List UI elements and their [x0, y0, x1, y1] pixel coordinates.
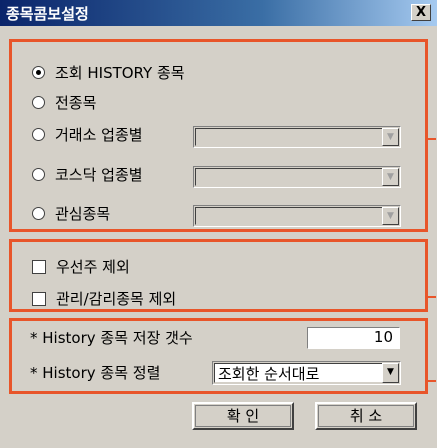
ok-button[interactable]: 확 인 [192, 402, 294, 430]
history-sort-row: * History 종목 정렬 [30, 362, 160, 383]
radio-button[interactable] [32, 168, 45, 181]
radio-history-label: 조회 HISTORY 종목 [55, 64, 185, 82]
radio-kosdaq-sector-label: 코스닥 업종별 [55, 166, 143, 184]
title-bar: 종목콤보설정 X [0, 0, 437, 26]
radio-button-checked[interactable] [32, 66, 45, 79]
close-button[interactable]: X [411, 4, 431, 21]
radio-exchange-sector[interactable]: 거래소 업종별 [32, 124, 143, 145]
radio-watchlist[interactable]: 관심종목 [32, 203, 110, 224]
radio-exchange-sector-label: 거래소 업종별 [55, 126, 143, 144]
chevron-down-icon[interactable]: ▼ [382, 128, 399, 146]
checkbox[interactable] [32, 291, 46, 306]
checkbox[interactable] [32, 259, 46, 274]
exclude-preferred-label: 우선주 제외 [56, 258, 130, 276]
history-sort-label: * History 종목 정렬 [30, 364, 161, 382]
history-sort-value: 조회한 순서대로 [218, 365, 320, 383]
cancel-button[interactable]: 취 소 [315, 402, 417, 430]
exclude-managed-label: 관리/감리종목 제외 [56, 290, 177, 308]
kosdaq-sector-combo[interactable]: ▼ [193, 166, 401, 188]
chevron-down-icon[interactable]: ▼ [382, 207, 399, 225]
history-count-row: * History 종목 저장 갯수 [30, 327, 193, 348]
group-marker [428, 380, 436, 382]
chevron-down-icon[interactable]: ▼ [382, 168, 399, 186]
radio-button[interactable] [32, 96, 45, 109]
chevron-down-icon[interactable]: ▼ [382, 363, 399, 383]
history-count-label: * History 종목 저장 갯수 [30, 329, 193, 347]
history-sort-select[interactable]: 조회한 순서대로 ▼ [212, 361, 401, 385]
group-marker [428, 138, 436, 140]
radio-button[interactable] [32, 207, 45, 220]
radio-history[interactable]: 조회 HISTORY 종목 [32, 62, 185, 83]
radio-all-stocks-label: 전종목 [55, 94, 97, 112]
exchange-sector-combo[interactable]: ▼ [193, 126, 401, 148]
radio-button[interactable] [32, 128, 45, 141]
exclude-preferred-checkbox[interactable]: 우선주 제외 [32, 256, 130, 277]
radio-all-stocks[interactable]: 전종목 [32, 92, 96, 113]
radio-watchlist-label: 관심종목 [55, 205, 111, 223]
radio-kosdaq-sector[interactable]: 코스닥 업종별 [32, 164, 143, 185]
exclude-managed-checkbox[interactable]: 관리/감리종목 제외 [32, 288, 176, 309]
watchlist-combo[interactable]: ▼ [193, 205, 401, 227]
window-title: 종목콤보설정 [6, 5, 89, 23]
history-count-input[interactable]: 10 [307, 327, 400, 349]
group-marker [428, 296, 436, 298]
